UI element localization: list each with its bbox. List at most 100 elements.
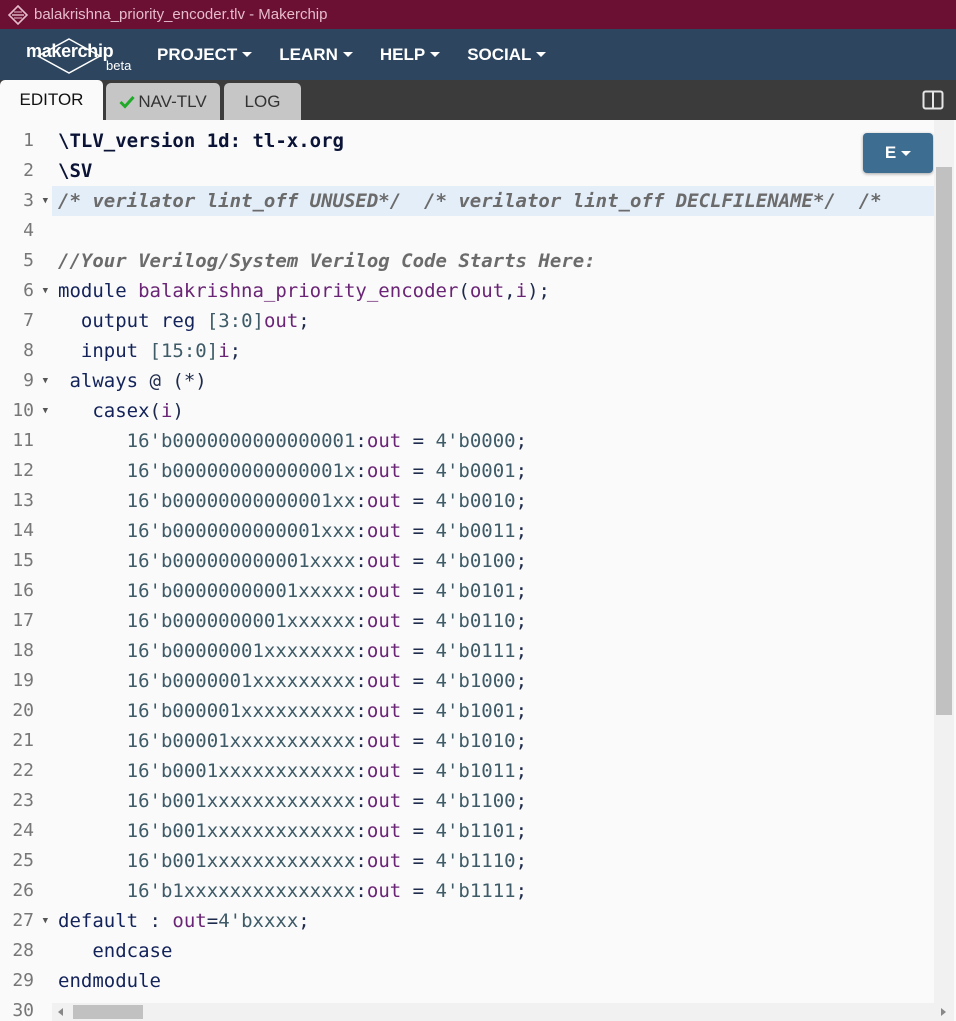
fold-arrow-icon[interactable]: ▼	[43, 366, 48, 396]
scroll-right-arrow-icon[interactable]	[941, 1008, 946, 1016]
line-number: 8	[23, 340, 34, 361]
code-line[interactable]: output reg [3:0]out;	[58, 306, 934, 336]
split-view-icon[interactable]	[922, 89, 944, 111]
line-number: 16	[12, 580, 34, 601]
tab-editor-label: EDITOR	[19, 90, 84, 109]
nav-project-menu[interactable]: PROJECT	[157, 45, 253, 65]
line-number: 4	[23, 220, 34, 241]
code-line[interactable]: 16'b00000001xxxxxxxx:out = 4'b0111;	[58, 636, 934, 666]
line-number: 2	[23, 160, 34, 181]
line-number: 7	[23, 310, 34, 331]
nav-help-label: HELP	[379, 44, 426, 64]
line-number: 1	[23, 130, 34, 151]
line-number: 10 ▼	[0, 396, 52, 426]
scroll-left-arrow-icon[interactable]	[58, 1008, 63, 1016]
line-number: 27 ▼	[0, 906, 52, 936]
nav-learn-label: LEARN	[279, 44, 338, 64]
chevron-down-icon	[342, 52, 353, 57]
code-line[interactable]: 16'b00000000000001xx:out = 4'b0010;	[58, 486, 934, 516]
makerchip-logo[interactable]: makerchip beta	[26, 35, 134, 75]
code-line[interactable]: 16'b000001xxxxxxxxxx:out = 4'b1001;	[58, 696, 934, 726]
code-line[interactable]: \TLV_version 1d: tl-x.org	[58, 126, 934, 156]
code-line[interactable]: 16'b000000000000001x:out = 4'b0001;	[58, 456, 934, 486]
line-number: 15	[12, 550, 34, 571]
code-line[interactable]: 16'b00000000001xxxxx:out = 4'b0101;	[58, 576, 934, 606]
tab-nav-tlv[interactable]: NAV-TLV	[106, 83, 220, 120]
line-number: 6 ▼	[0, 276, 52, 306]
code-line[interactable]: module balakrishna_priority_encoder(out,…	[58, 276, 934, 306]
line-number: 29	[12, 970, 34, 991]
line-number: 21	[12, 730, 34, 751]
fold-arrow-icon[interactable]: ▼	[43, 276, 48, 306]
line-number: 17	[12, 610, 34, 631]
nav-menu: PROJECT LEARN HELP SOCIAL	[157, 45, 573, 65]
line-number: 20	[12, 700, 34, 721]
tab-log[interactable]: LOG	[224, 83, 301, 120]
editor-mode-label: E	[884, 143, 897, 162]
line-number: 22	[12, 760, 34, 781]
line-number: 11	[12, 430, 34, 451]
horizontal-scrollbar[interactable]	[52, 1003, 954, 1021]
logo-text: makerchip	[26, 40, 114, 61]
line-number: 28	[12, 940, 34, 961]
line-number: 18	[12, 640, 34, 661]
chevron-down-icon	[901, 150, 912, 156]
code-line[interactable]: 16'b0001xxxxxxxxxxxx:out = 4'b1011;	[58, 756, 934, 786]
line-number: 14	[12, 520, 34, 541]
chevron-down-icon	[536, 52, 547, 57]
code-line[interactable]: 16'b001xxxxxxxxxxxxx:out = 4'b1100;	[58, 786, 934, 816]
line-number: 25	[12, 850, 34, 871]
chevron-down-icon	[242, 52, 253, 57]
code-line[interactable]: 16'b0000001xxxxxxxxx:out = 4'b1000;	[58, 666, 934, 696]
line-number: 19	[12, 670, 34, 691]
code-line[interactable]: 16'b001xxxxxxxxxxxxx:out = 4'b1101;	[58, 816, 934, 846]
line-number: 13	[12, 490, 34, 511]
tab-editor[interactable]: EDITOR	[0, 80, 103, 120]
fold-arrow-icon[interactable]: ▼	[43, 186, 48, 216]
code-line[interactable]: 16'b001xxxxxxxxxxxxx:out = 4'b1110;	[58, 846, 934, 876]
editor-mode-button[interactable]: E	[863, 133, 933, 173]
code-line[interactable]: 16'b00001xxxxxxxxxxx:out = 4'b1010;	[58, 726, 934, 756]
logo-beta: beta	[106, 57, 132, 73]
code-line[interactable]: /* verilator lint_off UNUSED*/ /* verila…	[58, 186, 934, 216]
line-number: 26	[12, 880, 34, 901]
tab-nav-tlv-label: NAV-TLV	[138, 91, 207, 111]
window-titlebar: balakrishna_priority_encoder.tlv - Maker…	[0, 0, 956, 29]
code-line[interactable]: 16'b1xxxxxxxxxxxxxxx:out = 4'b1111;	[58, 876, 934, 906]
nav-help-menu[interactable]: HELP	[379, 44, 441, 65]
code-line[interactable]	[58, 216, 934, 246]
top-navbar: makerchip beta PROJECT LEARN HELP SOCIAL	[0, 29, 956, 80]
line-number: 3 ▼	[0, 186, 52, 216]
code-line[interactable]: 16'b0000000000001xxx:out = 4'b0011;	[58, 516, 934, 546]
nav-learn-menu[interactable]: LEARN	[279, 45, 353, 65]
line-number: 23	[12, 790, 34, 811]
fold-arrow-icon[interactable]: ▼	[43, 396, 48, 426]
line-number: 12	[12, 460, 34, 481]
pane-tab-bar: EDITOR NAV-TLV LOG	[0, 80, 956, 120]
line-number-gutter: 1 2 3 ▼ 4 5 6 ▼ 7 8 9 ▼ 10 ▼ 11 12 13 14 15 16 17 18 19 20 21 22 2…	[0, 126, 52, 1021]
code-line[interactable]: always @ (*)	[58, 366, 934, 396]
code-line[interactable]: default : out=4'bxxxx;	[58, 906, 934, 936]
line-number: 5	[23, 250, 34, 271]
nav-social-menu[interactable]: SOCIAL	[467, 44, 547, 65]
code-line[interactable]: casex(i)	[58, 396, 934, 426]
window-title: balakrishna_priority_encoder.tlv - Maker…	[34, 6, 328, 23]
nav-social-label: SOCIAL	[467, 44, 532, 64]
makerchip-app-icon	[8, 4, 28, 25]
vertical-scrollbar-thumb[interactable]	[936, 167, 952, 715]
code-line[interactable]: input [15:0]i;	[58, 336, 934, 366]
code-line[interactable]: endmodule	[58, 966, 934, 996]
line-number: 30	[12, 1000, 34, 1021]
code-line[interactable]: 16'b0000000000000001:out = 4'b0000;	[58, 426, 934, 456]
code-line[interactable]: endcase	[58, 936, 934, 966]
tab-log-label: LOG	[244, 91, 281, 111]
code-line[interactable]: 16'b000000000001xxxx:out = 4'b0100;	[58, 546, 934, 576]
fold-arrow-icon[interactable]: ▼	[43, 906, 48, 936]
code-line[interactable]: //Your Verilog/System Verilog Code Start…	[58, 246, 934, 276]
code-line[interactable]: \SV	[58, 156, 934, 186]
code-editor[interactable]: 1 2 3 ▼ 4 5 6 ▼ 7 8 9 ▼ 10 ▼ 11 12 13 14 15 16 17 18 19 20 21 22 2…	[0, 120, 956, 1021]
code-lines[interactable]: \TLV_version 1d: tl-x.org \SV/* verilator…	[58, 126, 934, 1021]
horizontal-scrollbar-thumb[interactable]	[73, 1005, 143, 1019]
code-line[interactable]: 16'b0000000001xxxxxx:out = 4'b0110;	[58, 606, 934, 636]
check-icon	[119, 95, 135, 109]
